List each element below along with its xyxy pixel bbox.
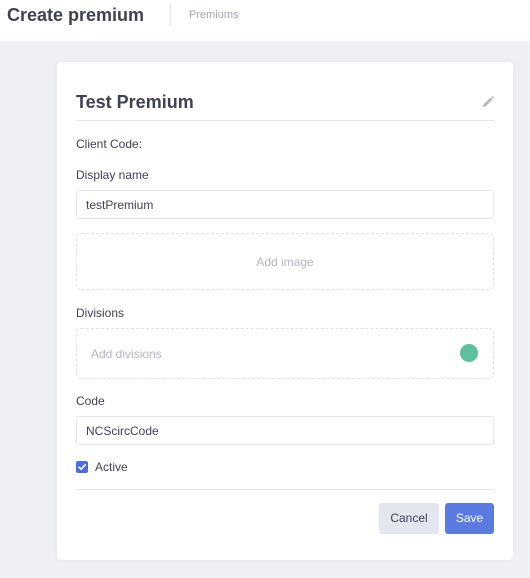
display-name-input[interactable] bbox=[76, 190, 494, 219]
active-checkbox[interactable] bbox=[76, 461, 88, 473]
pencil-icon[interactable] bbox=[481, 95, 495, 109]
premium-form-card: Test Premium Client Code: Display name A… bbox=[57, 62, 513, 560]
divisions-placeholder: Add divisions bbox=[91, 347, 162, 361]
code-input[interactable] bbox=[76, 416, 494, 445]
premium-title: Test Premium bbox=[76, 92, 194, 112]
divisions-label: Divisions bbox=[76, 306, 125, 320]
header-divider bbox=[170, 3, 171, 26]
save-button[interactable]: Save bbox=[445, 503, 494, 534]
breadcrumb-premiums[interactable]: Premiums bbox=[189, 8, 239, 22]
add-division-dot-icon[interactable] bbox=[460, 344, 478, 362]
display-name-label: Display name bbox=[76, 168, 149, 182]
code-label: Code bbox=[76, 394, 105, 408]
add-image-label: Add image bbox=[256, 255, 314, 269]
client-code-label: Client Code: bbox=[76, 137, 143, 151]
add-image-dropzone[interactable]: Add image bbox=[76, 233, 494, 290]
footer-divider bbox=[76, 489, 494, 490]
active-label: Active bbox=[95, 460, 128, 474]
cancel-button[interactable]: Cancel bbox=[379, 503, 439, 534]
top-bar: Create premium Premiums bbox=[0, 0, 530, 41]
page-title: Create premium bbox=[7, 5, 145, 25]
title-divider bbox=[76, 120, 494, 121]
divisions-selector[interactable]: Add divisions bbox=[76, 328, 494, 379]
